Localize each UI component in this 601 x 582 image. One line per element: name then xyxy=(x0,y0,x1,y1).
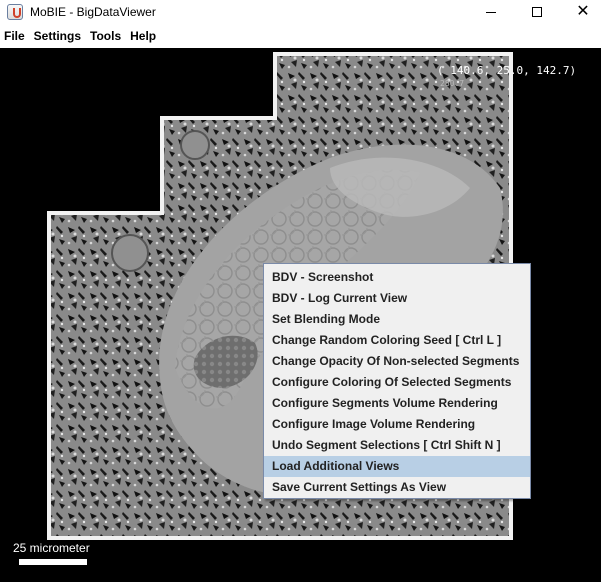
scale-bar xyxy=(19,559,87,565)
context-menu: BDV - Screenshot BDV - Log Current View … xyxy=(263,263,531,499)
coordinate-secondary: 280.7 xyxy=(440,79,465,88)
menu-item-undo-segment-selections[interactable]: Undo Segment Selections [ Ctrl Shift N ] xyxy=(264,435,530,456)
menu-item-change-random-coloring-seed[interactable]: Change Random Coloring Seed [ Ctrl L ] xyxy=(264,330,530,351)
menu-item-set-blending-mode[interactable]: Set Blending Mode xyxy=(264,309,530,330)
scale-bar-label: 25 micrometer xyxy=(13,541,90,555)
menu-item-bdv-screenshot[interactable]: BDV - Screenshot xyxy=(264,267,530,288)
menu-item-configure-image-volume[interactable]: Configure Image Volume Rendering xyxy=(264,414,530,435)
menu-item-log-current-view[interactable]: BDV - Log Current View xyxy=(264,288,530,309)
menu-item-change-opacity[interactable]: Change Opacity Of Non-selected Segments xyxy=(264,351,530,372)
maximize-button[interactable] xyxy=(514,0,560,24)
close-icon: ✕ xyxy=(576,3,590,20)
maximize-icon xyxy=(532,7,542,17)
menu-item-configure-segments-volume[interactable]: Configure Segments Volume Rendering xyxy=(264,393,530,414)
window-title: MoBIE - BigDataViewer xyxy=(30,5,156,19)
title-bar: MoBIE - BigDataViewer ✕ xyxy=(0,0,601,24)
menu-bar: File Settings Tools Help xyxy=(0,25,601,47)
java-app-icon xyxy=(7,4,23,20)
minimize-button[interactable] xyxy=(468,0,514,24)
menu-help[interactable]: Help xyxy=(126,29,160,43)
minimize-icon xyxy=(486,11,496,13)
menu-item-configure-coloring[interactable]: Configure Coloring Of Selected Segments xyxy=(264,372,530,393)
menu-file[interactable]: File xyxy=(0,29,29,43)
cursor-coordinates: ( 140.6, 25.0, 142.7) xyxy=(437,64,577,77)
menu-tools[interactable]: Tools xyxy=(86,29,125,43)
menu-item-load-additional-views[interactable]: Load Additional Views xyxy=(264,456,530,477)
menu-settings[interactable]: Settings xyxy=(30,29,85,43)
close-button[interactable]: ✕ xyxy=(560,0,601,24)
menu-item-save-settings-as-view[interactable]: Save Current Settings As View xyxy=(264,477,530,498)
